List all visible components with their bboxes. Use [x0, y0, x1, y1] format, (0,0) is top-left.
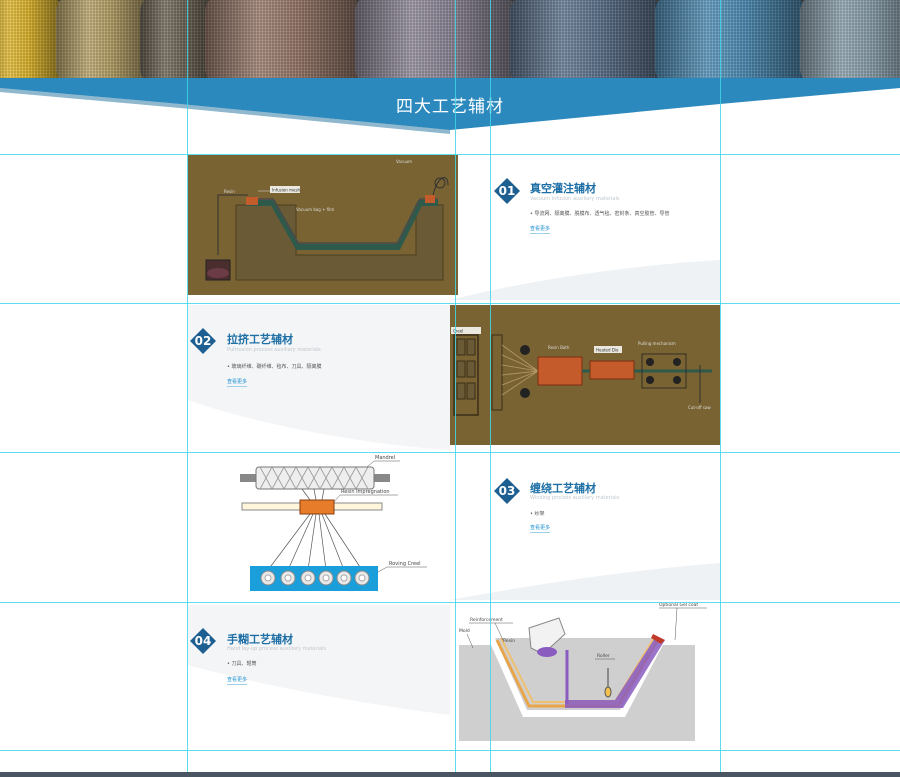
section-number: 03 [498, 484, 516, 498]
section-title: 缠绕工艺辅材 [530, 482, 596, 495]
label-winding-creel: Roving Creel [389, 561, 421, 567]
hero-fabric-image [0, 0, 900, 80]
section-items: • 纱架 [530, 511, 545, 517]
section-number: 01 [498, 184, 516, 198]
label-winding-mandrel: Mandrel [375, 455, 395, 461]
section-number: 02 [194, 334, 212, 348]
section-items: • 玻璃纤维、碳纤维、毡布、刀具、隔离膜 [227, 364, 322, 370]
guide-line-horizontal [0, 750, 900, 751]
label-infusion-pump: Vacuum [396, 159, 412, 164]
guide-line-horizontal [0, 303, 900, 304]
section-title: 手糊工艺辅材 [227, 633, 293, 646]
view-more-link[interactable]: 查看更多 [530, 524, 551, 533]
guide-line-vertical [455, 0, 456, 777]
label-infusion-vacuum: Vacuum bag + film [296, 207, 334, 212]
section-subtitle: Vacuum infusion auxiliary materials [530, 196, 620, 202]
section-subtitle: Pultrusion process auxiliary materials [227, 347, 321, 353]
section-number: 04 [194, 634, 212, 648]
label-pultrusion-die: Heated Die [596, 348, 619, 353]
guide-line-vertical [490, 0, 491, 777]
guide-line-horizontal [0, 602, 900, 603]
bottom-bar [0, 772, 900, 777]
section-title: 真空灌注辅材 [530, 182, 596, 195]
label-pultrusion-resin: Resin Bath [548, 345, 570, 350]
guide-line-horizontal [0, 154, 900, 155]
hand-layup-diagram: Mold Reinforcement Resin Roller Optional… [459, 602, 707, 741]
winding-diagram: Mandrel Resin Impregnation Roving Creel [240, 455, 427, 591]
guide-line-vertical [720, 0, 721, 777]
banner-title: 四大工艺辅材 [396, 97, 504, 117]
label-pultrusion-pull: Pulling mechanism [638, 341, 676, 346]
section-items: • 刀具、辊筒 [227, 661, 257, 667]
section-title: 拉挤工艺辅材 [227, 333, 293, 346]
view-more-link[interactable]: 查看更多 [530, 225, 551, 234]
view-more-link[interactable]: 查看更多 [227, 378, 248, 387]
label-layup-mold: Mold [459, 628, 470, 634]
section-subtitle: Hand lay-up process auxiliary materials [227, 646, 327, 652]
label-pultrusion-saw: Cut-off saw [688, 405, 711, 410]
label-layup-resin: Resin [503, 638, 515, 644]
guide-line-horizontal [0, 452, 900, 453]
label-infusion-peel: Infusion mesh [272, 188, 301, 193]
label-infusion-resin: Resin [224, 189, 235, 194]
view-more-link[interactable]: 查看更多 [227, 676, 248, 685]
label-layup-reinforcement: Reinforcement [470, 617, 503, 623]
label-layup-roller: Roller [597, 653, 610, 659]
guide-line-vertical [187, 0, 188, 777]
label-winding-resin: Resin Impregnation [341, 489, 390, 495]
vacuum-infusion-diagram: Infusion mesh Vacuum bag + film Resin Va… [188, 155, 458, 295]
section-subtitle: Winding process auxiliary materials [530, 495, 620, 501]
section-items: • 导流网、隔离膜、脱模布、透气毡、密封条、真空胶管、导管 [530, 211, 670, 217]
